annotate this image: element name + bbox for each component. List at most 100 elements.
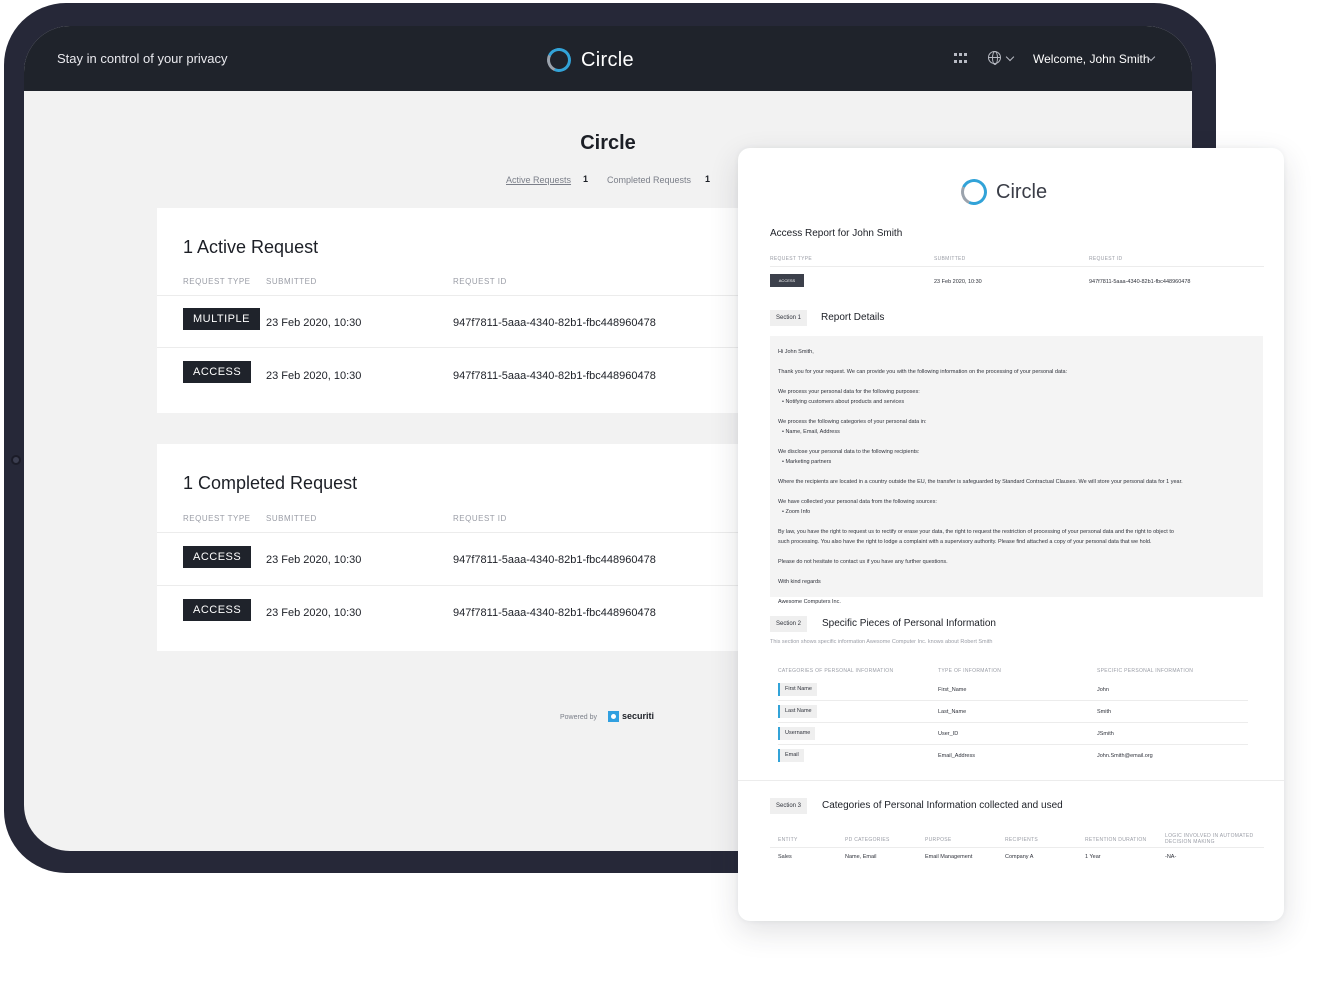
column-header: ENTITY	[778, 837, 798, 843]
request-id-cell: 947f7811-5aaa-4340-82b1-fbc448960478	[453, 607, 656, 619]
letter-line: We disclose your personal data to the fo…	[778, 449, 920, 455]
divider	[778, 744, 1248, 745]
column-header: RECIPIENTS	[1005, 837, 1039, 843]
recipients-cell: Company A	[1005, 854, 1034, 860]
divider	[770, 847, 1264, 848]
letter-line: • Marketing partners	[782, 459, 832, 465]
submitted-cell: 23 Feb 2020, 10:30	[266, 317, 362, 329]
category-tag: Last Name	[778, 705, 817, 718]
letter-line: Hi John Smith,	[778, 349, 814, 355]
column-header: REQUEST ID	[453, 277, 507, 286]
retention-cell: 1 Year	[1085, 854, 1101, 860]
letter-line: Awesome Computers Inc.	[778, 599, 841, 605]
submitted-cell: 23 Feb 2020, 10:30	[266, 607, 362, 619]
value-cell: John.Smith@email.org	[1097, 753, 1153, 759]
letter-line: We have collected your personal data fro…	[778, 499, 937, 505]
divider	[778, 722, 1248, 723]
powered-by-label: Powered by	[560, 714, 597, 721]
brand-name: Circle	[581, 48, 634, 71]
type-cell: User_ID	[938, 731, 959, 737]
securiti-brand[interactable]: securiti	[622, 711, 654, 721]
column-header: TYPE OF INFORMATION	[938, 668, 1002, 674]
pd-categories-cell: Name, Email	[845, 854, 877, 860]
letter-line: We process the following categories of y…	[778, 419, 927, 425]
user-menu[interactable]: Welcome, John Smith	[1033, 52, 1150, 66]
category-tag: First Name	[778, 683, 817, 696]
letter-line: With kind regards	[778, 579, 821, 585]
column-header: REQUEST TYPE	[183, 277, 251, 286]
column-header: SPECIFIC PERSONAL INFORMATION	[1097, 668, 1194, 674]
divider	[738, 780, 1284, 781]
value-cell: Smith	[1097, 709, 1112, 715]
tagline: Stay in control of your privacy	[57, 51, 228, 66]
access-report-panel: Circle Access Report for John Smith REQU…	[738, 148, 1284, 921]
request-type-badge: ACCESS	[183, 361, 252, 383]
column-header: SUBMITTED	[266, 277, 317, 286]
tab-active-requests[interactable]: Active Requests	[506, 175, 571, 185]
column-header: RETENTION DURATION	[1085, 837, 1147, 843]
column-header: PURPOSE	[925, 837, 952, 843]
divider	[770, 266, 1264, 267]
section-description: This section shows specific information …	[770, 639, 993, 645]
request-type-badge: ACCESS	[183, 546, 252, 568]
request-id-cell: 947f7811-5aaa-4340-82b1-fbc448960478	[453, 370, 656, 382]
section-tag: Section 3	[770, 798, 808, 814]
section-title: Report Details	[821, 312, 885, 323]
letter-line: Please do not hesitate to contact us if …	[778, 559, 948, 565]
letter-line: • Name, Email, Address	[782, 429, 840, 435]
request-type-badge: ACCESS	[183, 599, 252, 621]
request-type-badge: ACCESS	[770, 274, 804, 287]
section-tag: Section 1	[770, 310, 808, 326]
top-bar: Stay in control of your privacy Circle W…	[24, 26, 1192, 91]
request-type-badge: MULTIPLE	[183, 308, 260, 330]
request-id-cell: 947f7811-5aaa-4340-82b1-fbc448960478	[453, 554, 656, 566]
column-header: PD CATEGORIES	[845, 837, 890, 843]
request-id-cell: 947f7811-5aaa-4340-82b1-fbc448960478	[1089, 279, 1191, 285]
active-count: 1	[583, 174, 589, 184]
letter-line: • Notifying customers about products and…	[782, 399, 905, 405]
request-id-cell: 947f7811-5aaa-4340-82b1-fbc448960478	[453, 317, 656, 329]
type-cell: First_Name	[938, 687, 967, 693]
card-title: 1 Active Request	[183, 237, 319, 257]
report-brand: Circle	[996, 180, 1048, 203]
section-tag: Section 2	[770, 616, 808, 632]
completed-count: 1	[705, 174, 711, 184]
divider	[778, 700, 1248, 701]
letter-line: Where the recipients are located in a co…	[778, 479, 1183, 485]
submitted-cell: 23 Feb 2020, 10:30	[266, 554, 362, 566]
report-title: Access Report for John Smith	[770, 228, 903, 239]
apps-grid-icon[interactable]	[954, 53, 967, 64]
letter-line: By law, you have the right to request us…	[778, 529, 1174, 535]
purpose-cell: Email Management	[925, 854, 973, 860]
column-header: REQUEST ID	[453, 514, 507, 523]
value-cell: JSmith	[1097, 731, 1114, 737]
globe-icon[interactable]	[988, 51, 1001, 65]
column-header: LOGIC INVOLVED IN AUTOMATED DECISION MAK…	[1165, 833, 1254, 845]
column-header: REQUEST TYPE	[183, 514, 251, 523]
column-header: REQUEST ID	[1089, 256, 1123, 262]
category-tag: Email	[778, 749, 804, 762]
letter-line: We process your personal data for the fo…	[778, 389, 920, 395]
category-tag: Username	[778, 727, 816, 740]
logic-cell: -NA-	[1165, 854, 1177, 860]
type-cell: Email_Address	[938, 753, 975, 759]
securiti-logo-icon	[608, 711, 619, 722]
camera-dot	[11, 455, 21, 465]
circle-logo-icon	[543, 44, 575, 76]
submitted-cell: 23 Feb 2020, 10:30	[934, 279, 982, 285]
section-title: Specific Pieces of Personal Information	[822, 618, 996, 629]
letter-line: • Zoom Info	[782, 509, 811, 515]
section-title: Categories of Personal Information colle…	[822, 800, 1063, 811]
tab-completed-requests[interactable]: Completed Requests	[607, 175, 691, 185]
letter-line: Thank you for your request. We can provi…	[778, 369, 1068, 375]
brand-logo[interactable]: Circle	[543, 44, 634, 76]
column-header: SUBMITTED	[266, 514, 317, 523]
column-header: SUBMITTED	[934, 256, 966, 262]
column-header: REQUEST TYPE	[770, 256, 813, 262]
chevron-down-icon[interactable]	[1005, 52, 1015, 62]
value-cell: John	[1097, 687, 1109, 693]
column-header: CATEGORIES OF PERSONAL INFORMATION	[778, 668, 894, 674]
entity-cell: Sales	[778, 854, 792, 860]
letter-line: such processing. You also have the right…	[778, 539, 1152, 545]
report-logo: Circle	[957, 175, 1048, 209]
